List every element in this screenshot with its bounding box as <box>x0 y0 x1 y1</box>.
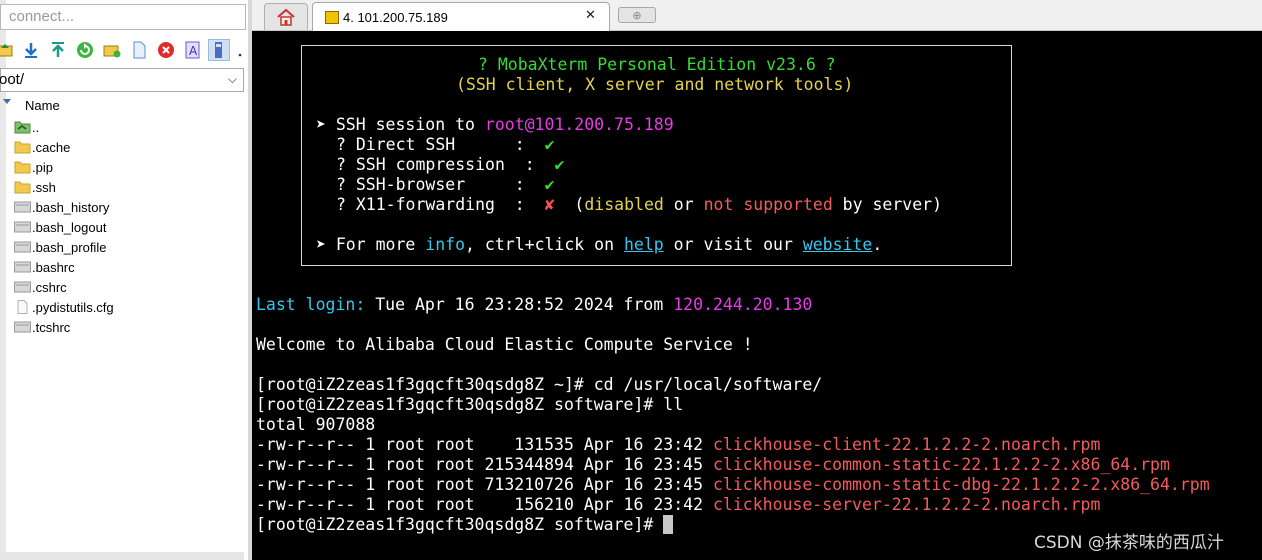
path-text: root/ <box>0 71 25 88</box>
total-line: total 907088 <box>256 415 376 434</box>
banner-feature-line: ? SSH compression : ✔ <box>336 155 565 174</box>
tab-session-label: 4. 101.200.75.189 <box>343 10 448 25</box>
parent-folder-icon <box>14 120 31 134</box>
refresh-icon[interactable] <box>74 39 96 61</box>
quick-connect-input[interactable]: connect... <box>0 4 246 30</box>
website-link[interactable]: website <box>803 235 873 254</box>
list-item[interactable]: .cache <box>0 137 248 157</box>
banner-feature-line: ? X11-forwarding : ✘ (disabled or not su… <box>336 195 943 214</box>
svg-text:A: A <box>189 44 198 58</box>
rpm-file-name: clickhouse-client-22.1.2.2-2.noarch.rpm <box>712 435 1101 454</box>
welcome-line: Welcome to Alibaba Cloud Elastic Compute… <box>256 335 753 354</box>
folder-icon <box>14 180 31 194</box>
rpm-file-name: clickhouse-common-static-dbg-22.1.2.2-2.… <box>712 475 1210 494</box>
text-file-icon <box>14 300 31 314</box>
file-icon <box>14 220 31 234</box>
file-icon <box>14 260 31 274</box>
file-name: .ssh <box>32 180 56 195</box>
listing-row: -rw-r--r-- 1 root root 713210726 Apr 16 … <box>256 475 1210 494</box>
rpm-file-name: clickhouse-server-22.1.2.2-2.noarch.rpm <box>712 495 1101 514</box>
file-icon <box>14 320 31 334</box>
listing-row: -rw-r--r-- 1 root root 131535 Apr 16 23:… <box>256 435 1101 454</box>
list-item[interactable]: .. <box>0 117 248 137</box>
sftp-browser-pane: connect... A oot/ ⌵ Name .. .cache .pip … <box>0 0 248 560</box>
new-folder-icon[interactable] <box>101 39 123 61</box>
banner-session-line: ➤ SSH session to root@101.200.75.189 <box>316 115 674 134</box>
list-item[interactable]: .ssh <box>0 177 248 197</box>
upload-icon[interactable] <box>47 39 69 61</box>
rename-icon[interactable]: A <box>182 39 204 61</box>
banner-feature-line: ? Direct SSH : ✔ <box>336 135 555 154</box>
list-item[interactable]: .pip <box>0 157 248 177</box>
folder-icon <box>14 160 31 174</box>
list-item[interactable]: .bash_logout <box>0 217 248 237</box>
file-name: .pydistutils.cfg <box>32 300 114 315</box>
file-icon <box>14 200 31 214</box>
prompt-line-cd: [root@iZ2zeas1f3gqcft30qsdg8Z ~]# cd /us… <box>256 375 823 394</box>
banner-feature-line: ? SSH-browser : ✔ <box>336 175 555 194</box>
plus-icon: ⊕ <box>632 8 642 22</box>
prompt-line-ll: [root@iZ2zeas1f3gqcft30qsdg8Z software]#… <box>256 395 684 414</box>
path-dropdown[interactable]: root/ ⌵ <box>0 68 244 92</box>
folder-icon <box>14 140 31 154</box>
list-item[interactable]: .cshrc <box>0 277 248 297</box>
file-name: .tcshrc <box>32 320 71 335</box>
file-list-header[interactable]: Name <box>0 96 248 116</box>
list-item[interactable]: .bashrc <box>0 257 248 277</box>
check-icon: ✔ <box>544 175 555 194</box>
column-name-header[interactable]: Name <box>25 98 60 113</box>
file-name: .bash_logout <box>32 220 107 235</box>
file-list: .. .cache .pip .ssh .bash_history .bash_logou… <box>0 117 248 337</box>
file-icon <box>14 240 31 254</box>
parent-directory-icon[interactable] <box>0 39 16 61</box>
banner-subtitle: (SSH client, X server and network tools) <box>456 75 854 94</box>
check-icon: ✔ <box>544 135 555 154</box>
terminal-cursor <box>663 515 674 534</box>
file-name: .bashrc <box>32 260 75 275</box>
follow-terminal-icon[interactable] <box>208 39 230 61</box>
last-login-line: Last login: Tue Apr 16 23:28:52 2024 fro… <box>256 295 813 314</box>
file-name: .bash_history <box>32 200 110 215</box>
ssh-session-icon <box>325 11 339 24</box>
tab-ssh-session[interactable]: 4. 101.200.75.189 ✕ <box>312 2 610 31</box>
info-link[interactable]: info <box>425 235 465 254</box>
home-icon <box>277 8 295 26</box>
prompt-line-current: [root@iZ2zeas1f3gqcft30qsdg8Z software]# <box>256 515 674 535</box>
cross-icon: ✘ <box>544 195 555 214</box>
list-item[interactable]: .tcshrc <box>0 317 248 337</box>
file-name: .pip <box>32 160 53 175</box>
file-name: .cache <box>32 140 71 155</box>
banner-more-line: ➤ For more info, ctrl+click on help or v… <box>316 235 883 254</box>
close-tab-icon[interactable]: ✕ <box>585 8 596 23</box>
check-icon: ✔ <box>554 155 565 174</box>
toolbar-overflow-icon[interactable] <box>234 39 246 61</box>
session-target: root@101.200.75.189 <box>484 115 674 134</box>
banner-title: ? MobaXterm Personal Edition v23.6 ? <box>478 55 836 74</box>
file-name: .bash_profile <box>32 240 107 255</box>
new-file-icon[interactable] <box>128 39 150 61</box>
file-name: .cshrc <box>32 280 67 295</box>
horizontal-scrollbar[interactable] <box>0 552 244 560</box>
list-item[interactable]: .bash_history <box>0 197 248 217</box>
file-icon <box>14 280 31 294</box>
terminal[interactable]: ? MobaXterm Personal Edition v23.6 ? (SS… <box>252 31 1262 560</box>
mobaxterm-window: connect... A oot/ ⌵ Name .. .cache .pip … <box>0 0 1262 560</box>
file-name: .. <box>32 120 40 135</box>
chevron-down-icon: ⌵ <box>227 72 237 86</box>
listing-row: -rw-r--r-- 1 root root 156210 Apr 16 23:… <box>256 495 1101 514</box>
list-item[interactable]: .bash_profile <box>0 237 248 257</box>
tab-home[interactable] <box>264 3 308 30</box>
sort-indicator-icon <box>3 99 11 104</box>
tab-bar: 4. 101.200.75.189 ✕ ⊕ <box>252 0 1262 31</box>
sftp-toolbar: A <box>0 36 248 66</box>
delete-icon[interactable] <box>155 39 177 61</box>
download-icon[interactable] <box>20 39 42 61</box>
watermark: CSDN @抹茶味的西瓜汁 <box>1034 533 1224 553</box>
listing-row: -rw-r--r-- 1 root root 215344894 Apr 16 … <box>256 455 1170 474</box>
rpm-file-name: clickhouse-common-static-22.1.2.2-2.x86_… <box>712 455 1170 474</box>
list-item[interactable]: .pydistutils.cfg <box>0 297 248 317</box>
help-link[interactable]: help <box>624 235 664 254</box>
new-tab-button[interactable]: ⊕ <box>618 7 656 23</box>
